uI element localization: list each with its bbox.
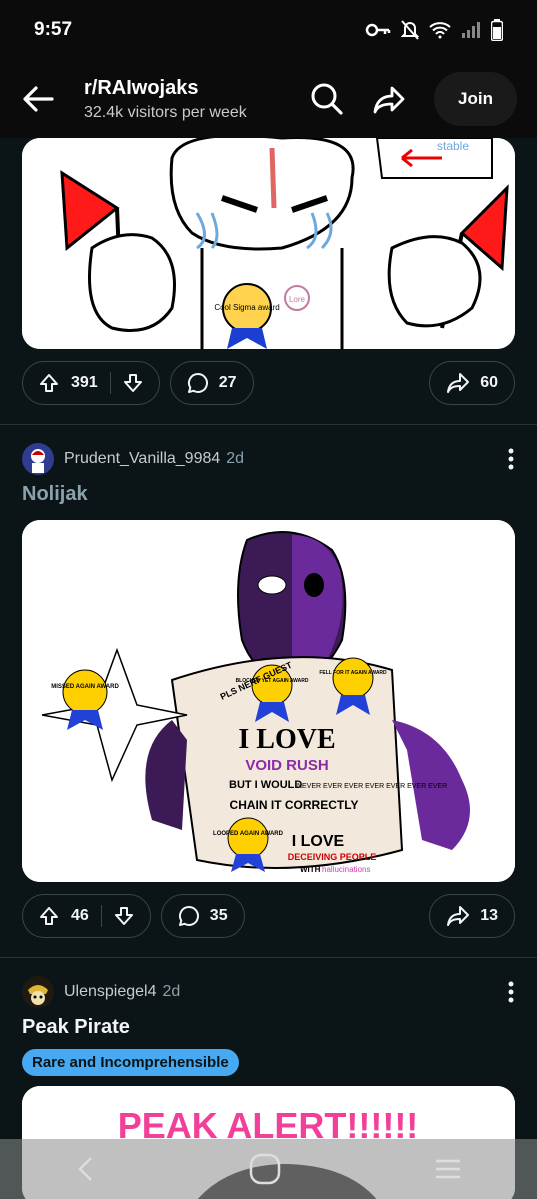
comment-icon <box>178 905 199 926</box>
more-options-icon[interactable] <box>507 448 515 470</box>
post-image[interactable]: stable Cool Sigma award Lore <box>22 138 515 349</box>
shirt-line-7b: hallucinations <box>322 865 370 874</box>
header-actions: Join <box>310 72 517 126</box>
post-header: Ulenspiegel4 2d <box>0 974 537 1010</box>
upvote-icon[interactable] <box>39 906 59 926</box>
status-bar: 9:57 <box>0 0 537 60</box>
upvote-icon[interactable] <box>39 373 59 393</box>
shirt-line-3a: BUT I WOULD <box>229 779 302 791</box>
nolijak-drawing: MISSED AGAIN AWARD BLOCKED YET AGAIN AWA… <box>22 520 515 882</box>
post-divider <box>0 424 537 425</box>
award-bottom-text: LOOPED AGAIN AWARD <box>213 831 284 837</box>
comments-button[interactable]: 35 <box>160 894 245 938</box>
post-title[interactable]: Nolijak <box>0 483 537 506</box>
vote-divider <box>109 372 111 394</box>
post-actions: 391 27 60 <box>0 361 537 405</box>
post-age: 2d <box>162 983 181 1000</box>
comment-icon <box>187 372 208 393</box>
share-arrow-icon <box>447 373 470 393</box>
post-actions: 46 35 13 <box>0 894 537 938</box>
shirt-line-1: I LOVE <box>238 724 335 755</box>
award-right-text: FELL FOR IT AGAIN AWARD <box>319 670 387 676</box>
shirt-line-7a: WITH <box>300 865 321 874</box>
vote-control: 391 <box>22 361 160 405</box>
more-options-icon[interactable] <box>507 981 515 1003</box>
wifi-icon <box>429 22 451 39</box>
back-arrow-icon[interactable] <box>20 81 56 117</box>
vote-control: 46 <box>22 894 151 938</box>
header-text: r/RAIwojaks 32.4k visitors per week <box>84 77 247 122</box>
post-header: Prudent_Vanilla_9984 2d <box>0 441 537 477</box>
join-button[interactable]: Join <box>434 72 517 126</box>
nav-back-icon[interactable] <box>76 1156 96 1182</box>
battery-icon <box>491 19 503 41</box>
post-flair[interactable]: Rare and Incomprehensible <box>22 1049 239 1076</box>
post-divider <box>0 957 537 958</box>
status-icons <box>365 19 503 41</box>
shirt-line-5: I LOVE <box>292 833 345 850</box>
nav-menu-icon[interactable] <box>435 1158 461 1180</box>
share-arrow-icon <box>447 906 470 926</box>
signal-icon <box>462 22 480 38</box>
vote-count: 46 <box>71 907 89 924</box>
award-text: Cool Sigma award <box>214 303 279 312</box>
wojak-drawing: stable Cool Sigma award Lore <box>22 138 515 349</box>
avatar[interactable] <box>22 976 54 1008</box>
shirt-line-6: DECEIVING PEOPLE <box>288 852 377 862</box>
mute-icon <box>401 20 419 40</box>
post-title[interactable]: Peak Pirate <box>0 1016 537 1039</box>
author-name[interactable]: Prudent_Vanilla_9984 <box>64 450 220 468</box>
post-feed: stable Cool Sigma award Lore 391 27 60 P… <box>0 138 537 1199</box>
visitors-count: 32.4k visitors per week <box>84 103 247 121</box>
search-icon[interactable] <box>310 82 344 116</box>
share-count: 60 <box>480 374 498 391</box>
shirt-line-4: CHAIN IT CORRECTLY <box>230 798 359 812</box>
award-left-text: MISSED AGAIN AWARD <box>51 684 119 690</box>
sign-text: stable <box>437 139 469 153</box>
post-age: 2d <box>226 450 245 467</box>
share-icon[interactable] <box>372 82 406 116</box>
downvote-icon[interactable] <box>114 906 134 926</box>
nav-home-icon[interactable] <box>248 1152 282 1186</box>
downvote-icon[interactable] <box>123 373 143 393</box>
vote-divider <box>100 905 102 927</box>
author-name[interactable]: Ulenspiegel4 <box>64 983 157 1001</box>
comments-button[interactable]: 27 <box>169 361 254 405</box>
comment-count: 35 <box>209 907 228 924</box>
subreddit-name: r/RAIwojaks <box>84 76 199 99</box>
key-icon <box>365 23 391 37</box>
share-button[interactable]: 60 <box>429 361 515 405</box>
avatar[interactable] <box>22 443 54 475</box>
subreddit-header: r/RAIwojaks 32.4k visitors per week Join <box>0 60 537 138</box>
post-image[interactable]: MISSED AGAIN AWARD BLOCKED YET AGAIN AWA… <box>22 520 515 882</box>
status-time: 9:57 <box>34 19 73 40</box>
vote-count: 391 <box>71 374 98 391</box>
share-button[interactable]: 13 <box>429 894 515 938</box>
comment-count: 27 <box>218 374 237 391</box>
pin-text: Lore <box>289 295 306 304</box>
share-count: 13 <box>480 907 498 924</box>
shirt-line-2: VOID RUSH <box>245 757 328 774</box>
shirt-line-3b: NEVER EVER EVER EVER EVER EVER EVER <box>297 783 447 790</box>
system-nav-bar <box>0 1139 537 1199</box>
